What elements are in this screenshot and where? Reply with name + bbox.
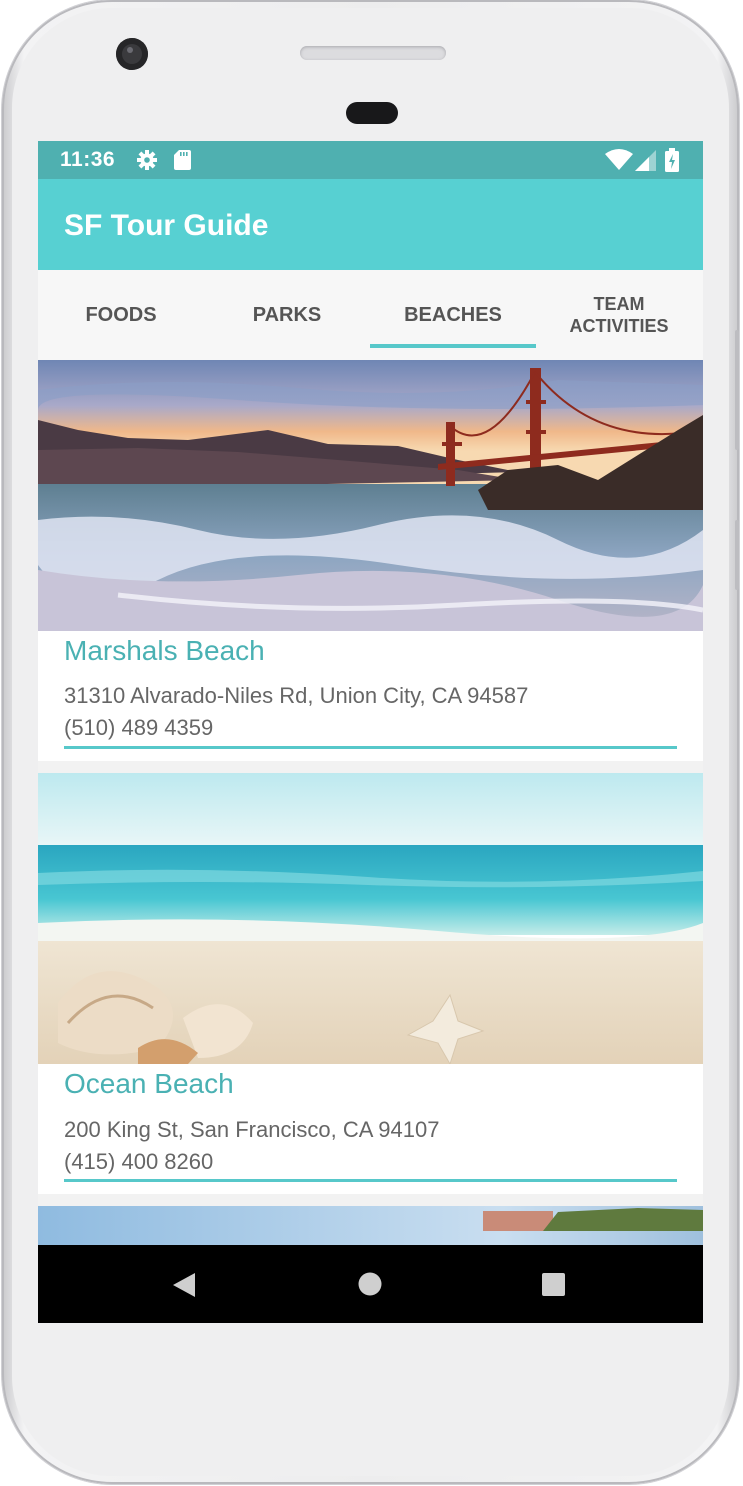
app-screen: 11:36 SF Tour Guide FOODS PARKS BEACHES … bbox=[38, 141, 703, 1323]
wifi-icon bbox=[605, 149, 633, 170]
beach-image-partial bbox=[38, 1206, 703, 1245]
signal-icon bbox=[635, 150, 656, 171]
home-icon[interactable] bbox=[357, 1271, 383, 1297]
beach-image-golden-gate bbox=[38, 360, 703, 631]
tab-parks[interactable]: PARKS bbox=[204, 270, 370, 360]
beach-image-ocean bbox=[38, 773, 703, 1064]
beach-phone: (510) 489 4359 bbox=[64, 715, 214, 740]
back-icon[interactable] bbox=[171, 1272, 197, 1298]
status-time: 11:36 bbox=[60, 148, 116, 171]
tab-selected-indicator bbox=[370, 344, 536, 348]
tab-foods[interactable]: FOODS bbox=[38, 270, 204, 360]
item-divider bbox=[64, 1179, 677, 1182]
earpiece-speaker bbox=[300, 46, 446, 60]
tab-team-activities[interactable]: TEAM ACTIVITIES bbox=[536, 270, 702, 360]
power-button bbox=[735, 520, 739, 590]
proximity-sensor bbox=[346, 102, 398, 124]
beach-list[interactable]: Marshals Beach 31310 Alvarado-Niles Rd, … bbox=[38, 360, 703, 1245]
navigation-bar bbox=[38, 1245, 703, 1323]
beach-name: Ocean Beach bbox=[64, 1068, 234, 1099]
recents-icon[interactable] bbox=[541, 1272, 567, 1298]
app-title: SF Tour Guide bbox=[64, 209, 269, 242]
app-bar: SF Tour Guide bbox=[38, 179, 703, 270]
beach-name: Marshals Beach bbox=[64, 635, 265, 666]
item-divider bbox=[64, 746, 677, 749]
status-bar: 11:36 bbox=[38, 141, 703, 179]
battery-icon bbox=[665, 148, 679, 172]
sd-card-icon bbox=[174, 150, 191, 170]
beach-address: 31310 Alvarado-Niles Rd, Union City, CA … bbox=[64, 683, 529, 708]
beach-phone: (415) 400 8260 bbox=[64, 1149, 214, 1174]
list-item[interactable]: Marshals Beach 31310 Alvarado-Niles Rd, … bbox=[38, 360, 703, 761]
volume-button bbox=[735, 330, 739, 450]
list-item[interactable]: Ocean Beach 200 King St, San Francisco, … bbox=[38, 773, 703, 1194]
front-camera bbox=[116, 38, 148, 70]
list-item[interactable] bbox=[38, 1206, 703, 1245]
settings-icon bbox=[137, 150, 157, 170]
beach-address: 200 King St, San Francisco, CA 94107 bbox=[64, 1117, 440, 1142]
